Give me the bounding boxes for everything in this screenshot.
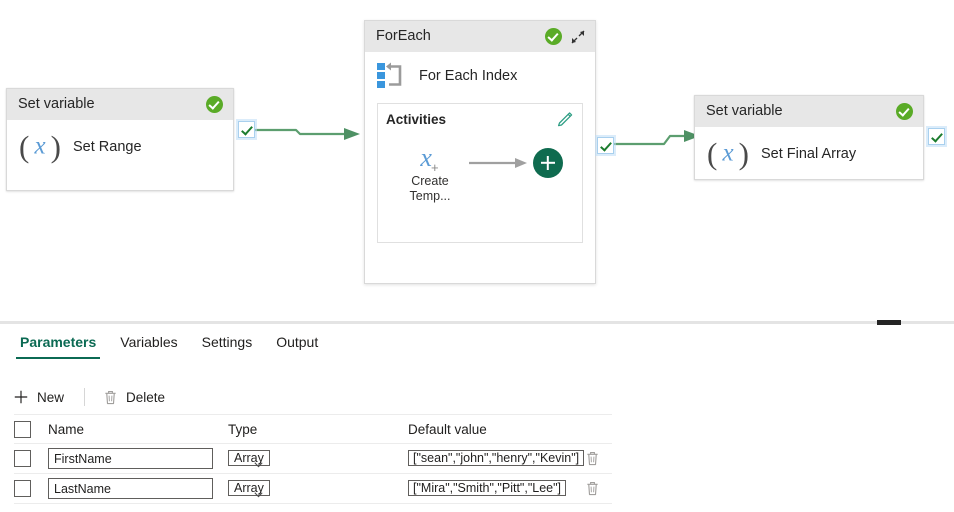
trash-icon[interactable] xyxy=(585,450,600,467)
variable-x-icon: (x) xyxy=(707,135,749,171)
parameters-table: Name Type Default value Array xyxy=(14,414,612,504)
success-check-icon xyxy=(206,96,223,113)
row-default-value-cell: ["Mira","Smith","Pitt","Lee"] xyxy=(408,479,576,498)
row-name-cell xyxy=(48,478,228,499)
activity-label-line1: Create xyxy=(411,174,449,188)
node-body: (x) Set Final Array xyxy=(695,127,923,185)
pane-splitter[interactable] xyxy=(0,321,954,324)
parameter-name-input[interactable] xyxy=(48,478,213,499)
row-delete-cell xyxy=(576,480,608,497)
parameter-type-select[interactable]: Array xyxy=(228,450,270,466)
node-body: (x) Set Range xyxy=(7,120,233,178)
node-label: Set Final Array xyxy=(761,146,857,162)
command-bar: New Delete xyxy=(10,383,175,411)
row-checkbox-cell xyxy=(14,450,48,467)
node-header: Set variable xyxy=(695,96,923,127)
activity-create-temp[interactable]: x+ Create Temp... xyxy=(397,142,463,204)
row-checkbox-cell xyxy=(14,480,48,497)
plus-icon xyxy=(12,388,30,406)
success-check-icon xyxy=(545,28,562,45)
node-header-title: ForEach xyxy=(376,28,431,45)
connector-set-range-to-foreach xyxy=(250,128,360,140)
row-select-checkbox[interactable] xyxy=(14,480,31,497)
tab-parameters[interactable]: Parameters xyxy=(8,332,108,359)
delete-parameter-button[interactable]: Delete xyxy=(99,386,175,408)
table-row: Array ["Mira","Smith","Pitt","Lee"] xyxy=(14,474,612,504)
activities-title: Activities xyxy=(386,112,447,127)
select-all-checkbox-cell xyxy=(14,420,48,438)
node-label: Set Range xyxy=(73,139,142,155)
node-header: Set variable xyxy=(7,89,233,120)
table-header-row: Name Type Default value xyxy=(14,414,612,444)
pane-splitter-handle[interactable] xyxy=(877,320,901,325)
foreach-loop-icon xyxy=(377,62,405,89)
node-header: ForEach xyxy=(365,21,595,52)
row-default-value-cell: ["sean","john","henry","Kevin"] xyxy=(408,449,585,468)
parameter-default-value-input[interactable]: ["sean","john","henry","Kevin"] xyxy=(408,450,585,466)
activity-label-line2: Temp... xyxy=(409,189,451,203)
parameter-type-select[interactable]: Array xyxy=(228,480,270,496)
row-type-cell: Array xyxy=(228,449,408,468)
select-all-checkbox[interactable] xyxy=(14,420,31,438)
trash-icon xyxy=(101,388,119,406)
tab-variables[interactable]: Variables xyxy=(108,332,189,359)
green-check-port-set-final-array[interactable] xyxy=(928,128,945,145)
node-label: For Each Index xyxy=(419,67,518,84)
column-header-type: Type xyxy=(228,421,258,437)
chevron-down-icon xyxy=(254,485,263,498)
node-header-title: Set variable xyxy=(18,96,95,113)
chevron-down-icon xyxy=(254,455,263,468)
pencil-icon[interactable] xyxy=(556,110,574,128)
row-name-cell xyxy=(48,448,228,469)
activity-node-set-range[interactable]: Set variable (x) Set Range xyxy=(6,88,234,191)
column-header-name: Name xyxy=(48,421,85,437)
activities-container: Activities x+ Create Temp... xyxy=(377,103,583,243)
row-select-checkbox[interactable] xyxy=(14,450,31,467)
tab-bar: Parameters Variables Settings Output xyxy=(0,332,330,364)
new-parameter-label: New xyxy=(37,389,65,405)
row-type-cell: Array xyxy=(228,479,408,498)
variable-x-icon: (x) xyxy=(19,128,61,164)
node-header-title: Set variable xyxy=(706,103,783,120)
properties-pane: Parameters Variables Settings Output New xyxy=(0,326,954,512)
column-header-default-value: Default value xyxy=(408,421,487,437)
activity-flow-arrow-icon xyxy=(467,156,529,170)
variable-x-plus-icon: x+ xyxy=(420,143,439,175)
table-row: Array ["sean","john","henry","Kevin"] xyxy=(14,444,612,474)
foreach-title-row: For Each Index xyxy=(365,52,595,93)
activity-node-foreach[interactable]: ForEach For Each Index Activities x+ Cre… xyxy=(364,20,596,284)
row-delete-cell xyxy=(576,450,608,467)
tab-settings[interactable]: Settings xyxy=(190,332,265,359)
shrink-diagonal-icon[interactable] xyxy=(569,28,587,46)
success-check-icon xyxy=(896,103,913,120)
parameter-default-value-input[interactable]: ["Mira","Smith","Pitt","Lee"] xyxy=(408,480,567,496)
trash-icon[interactable] xyxy=(585,480,600,497)
pipeline-canvas: Set variable (x) Set Range ForEach For E… xyxy=(0,0,954,318)
command-separator xyxy=(84,388,86,406)
activities-content: x+ Create Temp... xyxy=(378,142,582,204)
green-check-port-foreach[interactable] xyxy=(597,137,614,154)
parameter-name-input[interactable] xyxy=(48,448,213,469)
green-check-port-set-range[interactable] xyxy=(238,121,255,138)
delete-parameter-label: Delete xyxy=(126,389,166,405)
add-activity-button[interactable] xyxy=(533,148,563,178)
tab-output[interactable]: Output xyxy=(264,332,330,359)
activity-node-set-final-array[interactable]: Set variable (x) Set Final Array xyxy=(694,95,924,180)
new-parameter-button[interactable]: New xyxy=(10,386,74,408)
